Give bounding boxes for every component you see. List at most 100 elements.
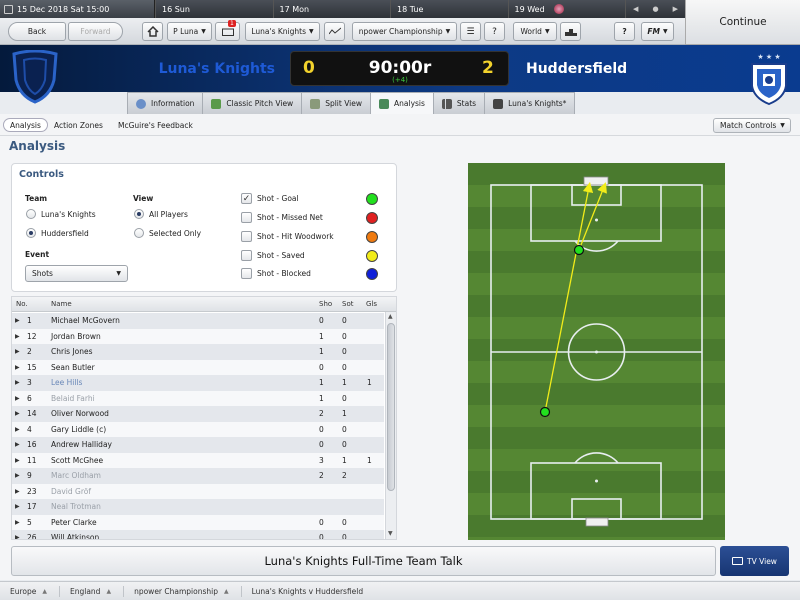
away-team-name[interactable]: Huddersfield xyxy=(526,61,627,77)
filter-shot-missed-net[interactable]: Shot - Missed Net xyxy=(241,212,323,223)
prev-arrow-icon[interactable]: ◀ xyxy=(633,5,638,13)
player-name: Lee Hills xyxy=(51,378,83,387)
scroll-up-icon[interactable]: ▲ xyxy=(388,313,393,320)
calendar-day-18[interactable]: 18 Tue xyxy=(390,0,508,18)
pin-icon: ▶ xyxy=(15,534,20,540)
col-name[interactable]: Name xyxy=(51,300,72,308)
checkbox[interactable] xyxy=(241,212,252,223)
forward-button[interactable]: Forward xyxy=(68,22,123,41)
competition-menu[interactable]: npower Championship ▼ xyxy=(352,22,457,41)
table-row[interactable]: ▶ 16 Andrew Halliday 0 0 xyxy=(12,437,384,453)
filter-shot-saved[interactable]: Shot - Saved xyxy=(241,250,305,261)
subtab-action-zones[interactable]: Action Zones xyxy=(48,118,109,132)
checkbox[interactable] xyxy=(241,250,252,261)
radio-button[interactable] xyxy=(26,209,36,219)
col-no[interactable]: No. xyxy=(16,300,28,308)
divider xyxy=(240,585,242,597)
tv-view-button[interactable]: TV View xyxy=(720,546,789,576)
tab-analysis[interactable]: Analysis xyxy=(370,92,434,114)
tab-classic-pitch-view[interactable]: Classic Pitch View xyxy=(202,92,303,114)
player-name: Gary Liddle (c) xyxy=(51,424,107,434)
help-button[interactable]: ? xyxy=(614,22,635,41)
manager-menu[interactable]: P Luna ▼ xyxy=(167,22,212,41)
checkbox[interactable] xyxy=(241,231,252,242)
tab-team[interactable]: Luna's Knights* xyxy=(484,92,576,114)
checkbox-label: Shot - Missed Net xyxy=(257,213,323,222)
breadcrumb-competition[interactable]: npower Championship ▲ xyxy=(134,587,229,596)
club-graph-button[interactable] xyxy=(324,22,345,41)
filter-shot-goal[interactable]: ✓ Shot - Goal xyxy=(241,193,299,204)
match-controls-menu[interactable]: Match Controls ▼ xyxy=(713,118,791,133)
scroll-down-icon[interactable]: ▼ xyxy=(388,530,393,537)
checkbox[interactable] xyxy=(241,268,252,279)
table-row[interactable]: ▶ 3 Lee Hills 1 1 1 xyxy=(12,375,384,391)
table-row[interactable]: ▶ 11 Scott McGhee 3 1 1 xyxy=(12,452,384,468)
radio-button[interactable] xyxy=(134,209,144,219)
ear-button[interactable]: ? xyxy=(484,22,505,41)
club-menu[interactable]: Luna's Knights ▼ xyxy=(245,22,320,41)
scrollbar-thumb[interactable] xyxy=(387,323,395,491)
col-sot[interactable]: Sot xyxy=(342,300,353,308)
subtab-feedback[interactable]: McGuire's Feedback xyxy=(112,118,199,132)
table-row[interactable]: ▶ 9 Marc Oldham 2 2 xyxy=(12,468,384,484)
breadcrumb-england[interactable]: England ▲ xyxy=(70,587,111,596)
tab-information[interactable]: Information xyxy=(127,92,204,114)
player-shots: 1 xyxy=(319,331,324,341)
table-row[interactable]: ▶ 17 Neal Trotman xyxy=(12,499,384,515)
home-button[interactable] xyxy=(142,22,163,41)
table-row[interactable]: ▶ 15 Sean Butler 0 0 xyxy=(12,359,384,375)
shot-map-pitch[interactable] xyxy=(468,163,725,540)
table-row[interactable]: ▶ 14 Oliver Norwood 2 1 xyxy=(12,406,384,422)
inbox-button[interactable]: 1 xyxy=(215,20,240,41)
chevron-down-icon: ▼ xyxy=(544,28,550,35)
divider xyxy=(59,585,60,597)
table-row[interactable]: ▶ 26 Will Atkinson 0 0 xyxy=(12,530,384,540)
calendar-day-19[interactable]: 19 Wed xyxy=(507,0,626,18)
radio-button[interactable] xyxy=(26,228,36,238)
filter-shot-blocked[interactable]: Shot - Blocked xyxy=(241,268,311,279)
pin-icon: ▶ xyxy=(15,456,20,464)
breadcrumb-europe[interactable]: Europe ▲ xyxy=(10,587,47,596)
table-row[interactable]: ▶ 5 Peter Clarke 0 0 xyxy=(12,514,384,530)
shot-marker-2[interactable] xyxy=(573,244,585,256)
checkbox[interactable]: ✓ xyxy=(241,193,252,204)
fm-menu[interactable]: FM ▼ xyxy=(641,22,674,41)
table-row[interactable]: ▶ 6 Belaid Farhi 1 0 xyxy=(12,390,384,406)
view-option-all-players[interactable]: All Players xyxy=(134,209,188,219)
calendar-day-16[interactable]: 16 Sun xyxy=(155,0,273,18)
world-menu[interactable]: World ▼ xyxy=(513,22,557,41)
filter-shot-hit-woodwork[interactable]: Shot - Hit Woodwork xyxy=(241,231,334,242)
table-row[interactable]: ▶ 1 Michael McGovern 0 0 xyxy=(12,313,384,329)
subtab-analysis[interactable]: Analysis xyxy=(3,118,48,132)
match-tabs: Information Classic Pitch View Split Vie… xyxy=(127,92,576,114)
breadcrumb-label: npower Championship xyxy=(134,586,218,596)
col-gls[interactable]: Gls xyxy=(366,300,377,308)
player-shots-on-target: 0 xyxy=(342,533,347,540)
calendar-day-17[interactable]: 17 Mon xyxy=(272,0,391,18)
current-date[interactable]: 15 Dec 2018 Sat 15:00 xyxy=(0,0,155,18)
radio-button[interactable] xyxy=(134,228,144,238)
podium-button[interactable] xyxy=(560,22,581,41)
back-button[interactable]: Back xyxy=(8,22,66,41)
view-option-selected-only[interactable]: Selected Only xyxy=(134,228,201,238)
continue-button[interactable]: Continue xyxy=(685,0,800,45)
team-option-lunas-knights[interactable]: Luna's Knights xyxy=(26,209,96,219)
player-number: 4 xyxy=(27,424,32,434)
shot-marker-1[interactable] xyxy=(539,406,551,418)
table-row[interactable]: ▶ 23 David Gröf xyxy=(12,483,384,499)
next-arrow-icon[interactable]: ▶ xyxy=(673,5,678,13)
event-select[interactable]: Shots ▼ xyxy=(25,265,128,282)
table-row[interactable]: ▶ 12 Jordan Brown 1 0 xyxy=(12,328,384,344)
tab-split-view[interactable]: Split View xyxy=(301,92,371,114)
team-talk-button[interactable]: Luna's Knights Full-Time Team Talk xyxy=(11,546,716,576)
competition-options-button[interactable]: ☰ xyxy=(460,22,481,41)
team-option-huddersfield[interactable]: Huddersfield xyxy=(26,228,89,238)
table-row[interactable]: ▶ 2 Chris Jones 1 0 xyxy=(12,344,384,360)
calendar-scroll-arrows[interactable]: ◀ ● ▶ xyxy=(625,0,685,18)
home-team-name[interactable]: Luna's Knights xyxy=(120,61,275,77)
breadcrumb-match[interactable]: Luna's Knights v Huddersfield xyxy=(252,587,364,596)
split-view-icon xyxy=(310,98,321,109)
table-row[interactable]: ▶ 4 Gary Liddle (c) 0 0 xyxy=(12,421,384,437)
tab-stats[interactable]: Stats xyxy=(432,92,486,114)
col-sho[interactable]: Sho xyxy=(319,300,332,308)
